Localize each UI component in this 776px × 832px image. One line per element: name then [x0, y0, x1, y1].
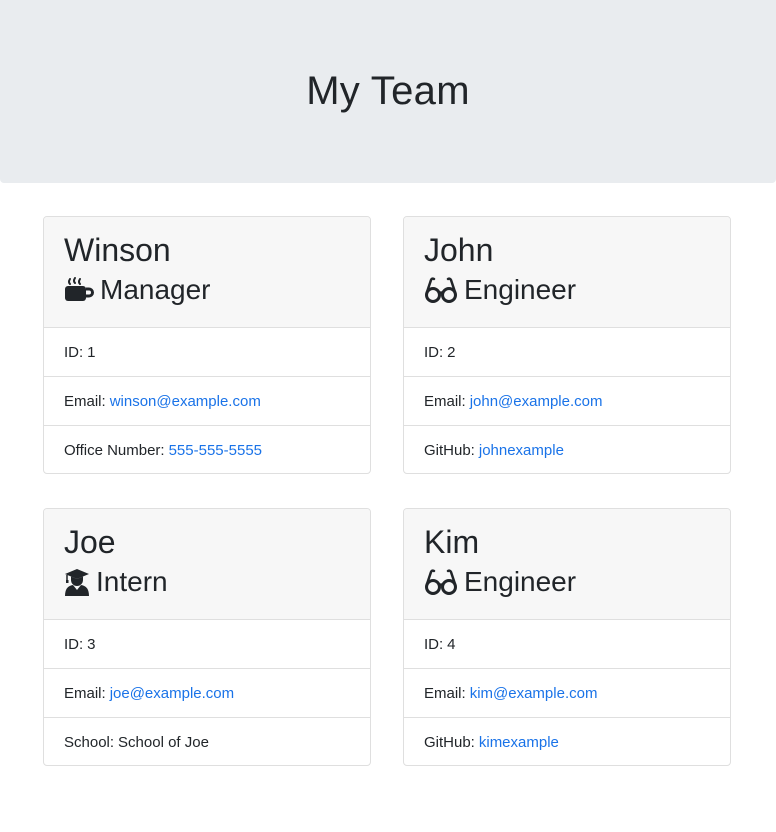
office-number-label: Office Number:: [64, 442, 165, 459]
card-header: Winson Manager: [44, 217, 370, 328]
role-label: Intern: [96, 566, 168, 597]
id-value: 3: [87, 635, 96, 653]
school-label: School:: [64, 734, 115, 751]
employee-name: Winson: [64, 232, 171, 268]
email-link[interactable]: joe@example.com: [110, 685, 234, 702]
employee-card-kim: Kim Engineer ID: 4 Email: kim@example.co…: [403, 508, 731, 766]
email-link[interactable]: kim@example.com: [470, 685, 598, 702]
email-label: Email:: [424, 392, 466, 410]
employee-role: Engineer: [424, 565, 710, 599]
employee-name: Kim: [424, 524, 480, 560]
school-value: School of Joe: [118, 734, 209, 751]
list-item-email: Email: kim@example.com: [404, 669, 730, 718]
card-header: Kim Engineer: [404, 509, 730, 620]
employee-card-winson: Winson Manager ID: 1 Email: winson@examp…: [43, 216, 371, 474]
employee-role: Intern: [64, 565, 350, 599]
office-number-link[interactable]: 555-555-5555: [169, 442, 262, 459]
github-link[interactable]: johnexample: [479, 442, 564, 459]
email-label: Email:: [424, 684, 466, 702]
github-label: GitHub:: [424, 734, 475, 751]
id-label: ID:: [424, 343, 444, 361]
page-title: My Team: [306, 69, 470, 113]
role-label: Engineer: [464, 566, 577, 597]
list-item-office-number: Office Number: 555-555-5555: [44, 426, 370, 473]
list-item-github: GitHub: kimexample: [404, 718, 730, 765]
list-item-email: Email: winson@example.com: [44, 377, 370, 426]
employee-name: Joe: [64, 524, 116, 560]
email-label: Email:: [64, 684, 106, 702]
list-item-id: ID: 2: [404, 328, 730, 377]
id-label: ID:: [64, 635, 84, 653]
github-link[interactable]: kimexample: [479, 734, 559, 751]
email-link[interactable]: john@example.com: [470, 393, 603, 410]
graduate-icon: [64, 568, 90, 596]
id-value: 4: [447, 635, 456, 653]
employee-card-joe: Joe Intern ID: 3 Email: joe@example.com …: [43, 508, 371, 766]
list-item-id: ID: 3: [44, 620, 370, 669]
list-item-email: Email: joe@example.com: [44, 669, 370, 718]
card-header: Joe Intern: [44, 509, 370, 620]
id-value: 1: [87, 343, 96, 361]
role-label: Manager: [100, 274, 211, 305]
glasses-icon: [424, 568, 458, 596]
email-label: Email:: [64, 392, 106, 410]
role-label: Engineer: [464, 274, 577, 305]
page-header: My Team: [0, 0, 776, 183]
list-item-email: Email: john@example.com: [404, 377, 730, 426]
employee-role: Manager: [64, 273, 350, 307]
id-label: ID:: [64, 343, 84, 361]
email-link[interactable]: winson@example.com: [110, 393, 261, 410]
employee-name: John: [424, 232, 494, 268]
employee-card-john: John Engineer ID: 2 Email: john@example.…: [403, 216, 731, 474]
glasses-icon: [424, 276, 458, 304]
list-item-github: GitHub: johnexample: [404, 426, 730, 473]
github-label: GitHub:: [424, 442, 475, 459]
list-item-id: ID: 1: [44, 328, 370, 377]
employee-role: Engineer: [424, 273, 710, 307]
id-value: 2: [447, 343, 456, 361]
coffee-icon: [64, 276, 94, 304]
card-header: John Engineer: [404, 217, 730, 328]
list-item-id: ID: 4: [404, 620, 730, 669]
list-item-school: School: School of Joe: [44, 718, 370, 765]
id-label: ID:: [424, 635, 444, 653]
